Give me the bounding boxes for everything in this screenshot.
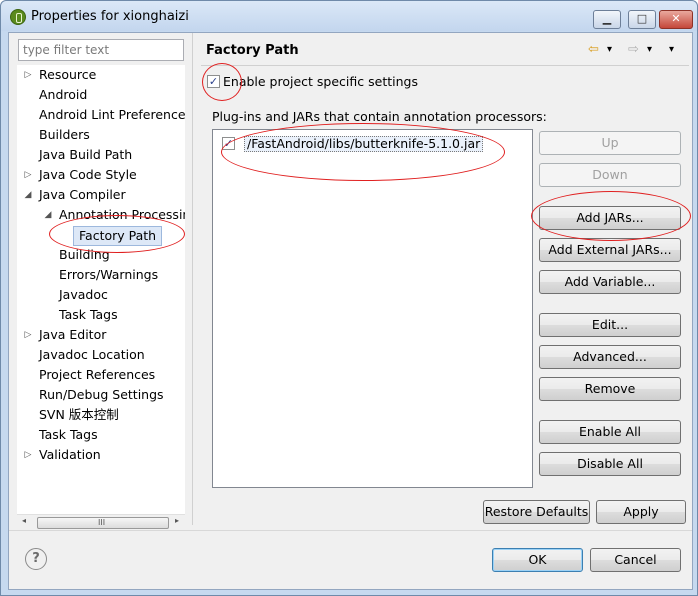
tree-item-annotation-processing[interactable]: ◢ Annotation Processin [17, 205, 185, 225]
enable-project-settings-label[interactable]: Enable project specific settings [223, 74, 418, 89]
expand-arrow-icon[interactable]: ▷ [23, 325, 33, 345]
enable-all-button[interactable]: Enable All [539, 420, 681, 444]
grip-icon: III [98, 518, 106, 527]
eclipse-icon [10, 9, 26, 25]
tree-item-builders[interactable]: Builders [39, 125, 90, 145]
tree-item-svn[interactable]: SVN 版本控制 [39, 405, 119, 425]
tree-item-task-tags[interactable]: Task Tags [39, 425, 98, 445]
tree-item-factory-path[interactable]: Factory Path [73, 226, 163, 246]
filter-input[interactable]: type filter text [18, 39, 184, 61]
tree-horizontal-scrollbar[interactable]: ◂ III ▸ [17, 514, 185, 530]
edit-button[interactable]: Edit... [539, 313, 681, 337]
maximize-button[interactable]: □ [628, 10, 656, 29]
collapse-arrow-icon[interactable]: ◢ [23, 185, 33, 205]
tree-item-label: Validation [39, 447, 101, 462]
scroll-left-icon[interactable]: ◂ [22, 516, 26, 525]
enable-project-settings-checkbox[interactable]: ✓ [207, 75, 220, 88]
minimize-button[interactable]: ▁ [593, 10, 621, 29]
header-divider [201, 65, 689, 66]
expand-arrow-icon[interactable]: ▷ [23, 65, 33, 85]
tree-item-label: Java Editor [39, 327, 107, 342]
tree-item-javadoc[interactable]: Javadoc [59, 285, 108, 305]
tree-item-building[interactable]: Building [59, 245, 110, 265]
scroll-right-icon[interactable]: ▸ [175, 516, 179, 525]
cancel-button[interactable]: Cancel [590, 548, 681, 572]
tree-item-android[interactable]: Android [39, 85, 87, 105]
tree-item-label: Java Code Style [39, 167, 137, 182]
ok-button[interactable]: OK [492, 548, 583, 572]
tree-item-android-lint[interactable]: Android Lint Preferences [39, 105, 185, 125]
tree-item-java-build-path[interactable]: Java Build Path [39, 145, 132, 165]
help-icon[interactable]: ? [25, 548, 47, 570]
expand-arrow-icon[interactable]: ▷ [23, 165, 33, 185]
collapse-arrow-icon[interactable]: ◢ [43, 205, 53, 225]
forward-arrow-icon[interactable]: ⇨ [628, 42, 639, 57]
tree-item-label: Annotation Processin [59, 207, 185, 222]
properties-dialog: Properties for xionghaizi ▁ □ ✕ type fil… [0, 0, 698, 596]
jar-list-label: Plug-ins and JARs that contain annotatio… [212, 109, 547, 124]
add-external-jars-button[interactable]: Add External JARs... [539, 238, 681, 262]
down-button[interactable]: Down [539, 163, 681, 187]
tree-item-label: Java Compiler [39, 187, 126, 202]
advanced-button[interactable]: Advanced... [539, 345, 681, 369]
back-arrow-icon[interactable]: ⇦ [588, 42, 599, 57]
jar-path[interactable]: /FastAndroid/libs/butterknife-5.1.0.jar [244, 136, 484, 152]
disable-all-button[interactable]: Disable All [539, 452, 681, 476]
title-bar: Properties for xionghaizi ▁ □ ✕ [1, 1, 697, 31]
tree-item-task-tags-compiler[interactable]: Task Tags [59, 305, 118, 325]
preference-tree: ▷ Resource Android Android Lint Preferen… [17, 65, 185, 529]
dialog-content: type filter text ▷ Resource Android Andr… [8, 32, 693, 590]
add-jars-button[interactable]: Add JARs... [539, 206, 681, 230]
expand-arrow-icon[interactable]: ▷ [23, 445, 33, 465]
tree-item-label: Resource [39, 67, 97, 82]
page-title: Factory Path [206, 43, 299, 58]
restore-defaults-button[interactable]: Restore Defaults [483, 500, 590, 524]
panel-splitter[interactable] [192, 33, 193, 525]
up-button[interactable]: Up [539, 131, 681, 155]
remove-button[interactable]: Remove [539, 377, 681, 401]
tree-item-run-debug-settings[interactable]: Run/Debug Settings [39, 385, 164, 405]
view-menu-icon[interactable]: ▾ [669, 44, 674, 55]
factory-path-list[interactable]: ✓ /FastAndroid/libs/butterknife-5.1.0.ja… [212, 129, 533, 488]
window-title: Properties for xionghaizi [31, 9, 189, 24]
close-button[interactable]: ✕ [659, 10, 693, 29]
jar-enabled-checkbox[interactable]: ✓ [222, 137, 235, 150]
apply-button[interactable]: Apply [596, 500, 686, 524]
forward-menu-icon[interactable]: ▾ [647, 44, 652, 55]
scroll-thumb[interactable]: III [37, 517, 169, 529]
back-menu-icon[interactable]: ▾ [607, 44, 612, 55]
footer-divider [9, 530, 692, 531]
add-variable-button[interactable]: Add Variable... [539, 270, 681, 294]
tree-item-javadoc-location[interactable]: Javadoc Location [39, 345, 145, 365]
tree-item-errors-warnings[interactable]: Errors/Warnings [59, 265, 158, 285]
tree-item-project-references[interactable]: Project References [39, 365, 155, 385]
